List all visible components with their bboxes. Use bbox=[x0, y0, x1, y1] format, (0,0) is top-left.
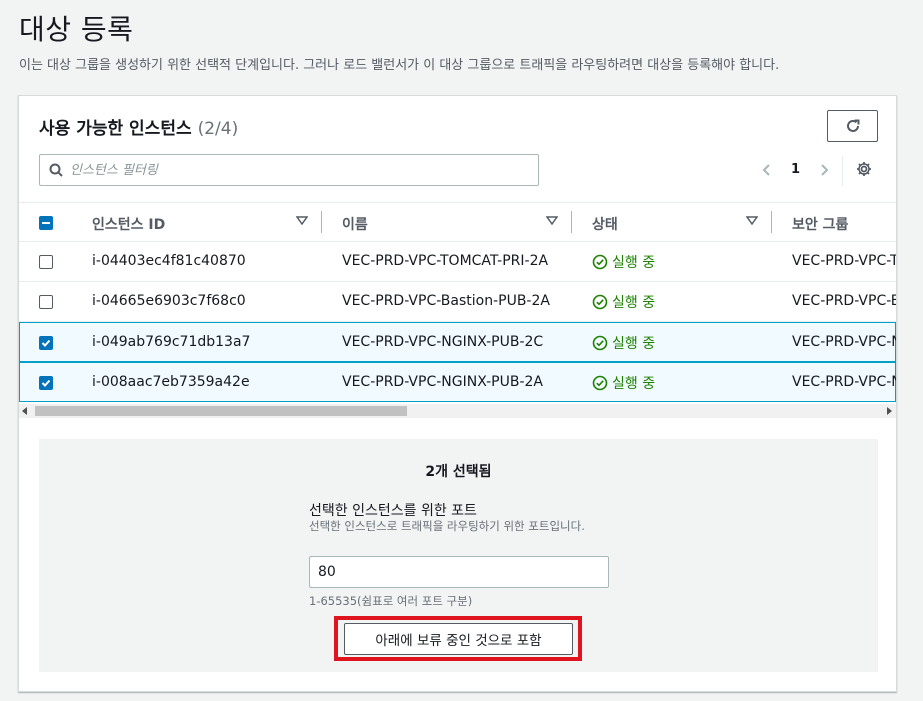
check-circle-icon bbox=[592, 254, 608, 270]
selected-count: 2개 선택됨 bbox=[425, 464, 492, 480]
available-instances-panel: 사용 가능한 인스턴스(2/4) 1 인스턴스 ID bbox=[18, 95, 897, 692]
row-clip: i-04403ec4f81c40870 VEC-PRD-VPC-TOMCAT-P… bbox=[19, 242, 896, 281]
security-group: VEC-PRD-VPC-NGINX bbox=[792, 374, 896, 390]
chevron-right-icon bbox=[821, 164, 829, 176]
status-text: 실행 중 bbox=[612, 295, 656, 311]
security-group: VEC-PRD-VPC-NGINX bbox=[792, 334, 896, 350]
port-description: 선택한 인스턴스로 트래픽을 라우팅하기 위한 포트입니다. bbox=[309, 519, 585, 533]
instance-id: i-04665e6903c7f68c0 bbox=[92, 293, 246, 309]
security-group: VEC-PRD-VPC-TOMCAT bbox=[792, 253, 896, 269]
instance-name: VEC-PRD-VPC-Bastion-PUB-2A bbox=[342, 293, 550, 309]
instance-name: VEC-PRD-VPC-TOMCAT-PRI-2A bbox=[342, 253, 549, 269]
scroll-right-arrow-icon[interactable] bbox=[887, 407, 892, 415]
check-circle-icon bbox=[592, 335, 608, 351]
port-input[interactable] bbox=[309, 556, 609, 588]
filter-input[interactable] bbox=[70, 159, 530, 181]
pager-divider bbox=[842, 156, 843, 186]
refresh-button[interactable] bbox=[827, 110, 878, 142]
instance-name: VEC-PRD-VPC-NGINX-PUB-2A bbox=[342, 374, 543, 390]
status-badge: 실행 중 bbox=[592, 252, 655, 272]
table-row[interactable]: i-04665e6903c7f68c0 VEC-PRD-VPC-Bastion-… bbox=[19, 282, 896, 322]
page-title: 대상 등록 bbox=[19, 13, 134, 46]
column-instance-id[interactable]: 인스턴스 ID bbox=[92, 214, 165, 234]
scrollbar-thumb[interactable] bbox=[35, 406, 407, 416]
horizontal-scrollbar[interactable] bbox=[19, 404, 896, 418]
row-checkbox[interactable] bbox=[39, 295, 53, 309]
row-checkbox[interactable] bbox=[39, 336, 53, 350]
instance-id: i-049ab769c71db13a7 bbox=[92, 334, 251, 350]
security-group: VEC-PRD-VPC-Bastion bbox=[792, 293, 896, 309]
checkmark-icon bbox=[41, 339, 51, 347]
instance-id: i-008aac7eb7359a42e bbox=[92, 374, 250, 390]
status-text: 실행 중 bbox=[612, 376, 656, 392]
panel-title-text: 사용 가능한 인스턴스 bbox=[39, 119, 192, 139]
column-name[interactable]: 이름 bbox=[342, 214, 368, 234]
prev-page-button[interactable] bbox=[761, 160, 773, 180]
status-badge: 실행 중 bbox=[592, 373, 655, 393]
chevron-left-icon bbox=[762, 164, 770, 176]
table-header: 인스턴스 ID 이름 상태 보안 그룹 bbox=[19, 202, 896, 242]
row-checkbox[interactable] bbox=[39, 376, 53, 390]
table-row[interactable]: i-008aac7eb7359a42e VEC-PRD-VPC-NGINX-PU… bbox=[19, 362, 896, 402]
select-all-checkbox[interactable] bbox=[39, 216, 53, 230]
instance-count: (2/4) bbox=[197, 119, 239, 139]
column-state[interactable]: 상태 bbox=[592, 214, 618, 234]
column-divider[interactable] bbox=[321, 211, 322, 233]
port-label: 선택한 인스턴스를 위한 포트 bbox=[309, 503, 477, 519]
column-divider[interactable] bbox=[571, 211, 572, 233]
port-range-hint: 1-65535(쉼표로 여러 포트 구분) bbox=[309, 594, 473, 608]
sort-down-icon[interactable] bbox=[546, 216, 558, 226]
status-badge: 실행 중 bbox=[592, 292, 655, 312]
current-page[interactable]: 1 bbox=[791, 162, 800, 177]
gear-icon bbox=[857, 162, 871, 176]
panel-title: 사용 가능한 인스턴스 (2/4) bbox=[39, 114, 238, 139]
instances-table: 인스턴스 ID 이름 상태 보안 그룹 i-04403ec4f81c40870 … bbox=[19, 202, 896, 402]
status-text: 실행 중 bbox=[612, 336, 656, 352]
instance-filter[interactable] bbox=[39, 154, 539, 186]
table-row[interactable]: i-049ab769c71db13a7 VEC-PRD-VPC-NGINX-PU… bbox=[19, 322, 896, 362]
row-clip: i-049ab769c71db13a7 VEC-PRD-VPC-NGINX-PU… bbox=[19, 323, 896, 361]
column-divider[interactable] bbox=[771, 211, 772, 233]
search-icon bbox=[49, 163, 63, 177]
instance-name: VEC-PRD-VPC-NGINX-PUB-2C bbox=[342, 334, 544, 350]
checkmark-icon bbox=[41, 379, 51, 387]
row-clip: i-04665e6903c7f68c0 VEC-PRD-VPC-Bastion-… bbox=[19, 282, 896, 321]
preferences-button[interactable] bbox=[856, 161, 872, 181]
instance-id: i-04403ec4f81c40870 bbox=[92, 253, 246, 269]
next-page-button[interactable] bbox=[818, 160, 830, 180]
table-row[interactable]: i-04403ec4f81c40870 VEC-PRD-VPC-TOMCAT-P… bbox=[19, 242, 896, 282]
highlight-box bbox=[334, 616, 582, 661]
page-description: 이는 대상 그룹을 생성하기 위한 선택적 단계입니다. 그러나 로드 밸런서가… bbox=[19, 58, 780, 73]
scroll-left-arrow-icon[interactable] bbox=[22, 407, 27, 415]
status-badge: 실행 중 bbox=[592, 333, 655, 353]
column-security-group[interactable]: 보안 그룹 bbox=[792, 214, 848, 234]
sort-down-icon[interactable] bbox=[296, 216, 308, 226]
refresh-icon bbox=[846, 119, 859, 132]
sort-down-icon[interactable] bbox=[746, 216, 758, 226]
row-checkbox[interactable] bbox=[39, 255, 53, 269]
status-text: 실행 중 bbox=[612, 255, 656, 271]
row-clip: i-008aac7eb7359a42e VEC-PRD-VPC-NGINX-PU… bbox=[19, 363, 896, 401]
check-circle-icon bbox=[592, 375, 608, 391]
check-circle-icon bbox=[592, 294, 608, 310]
